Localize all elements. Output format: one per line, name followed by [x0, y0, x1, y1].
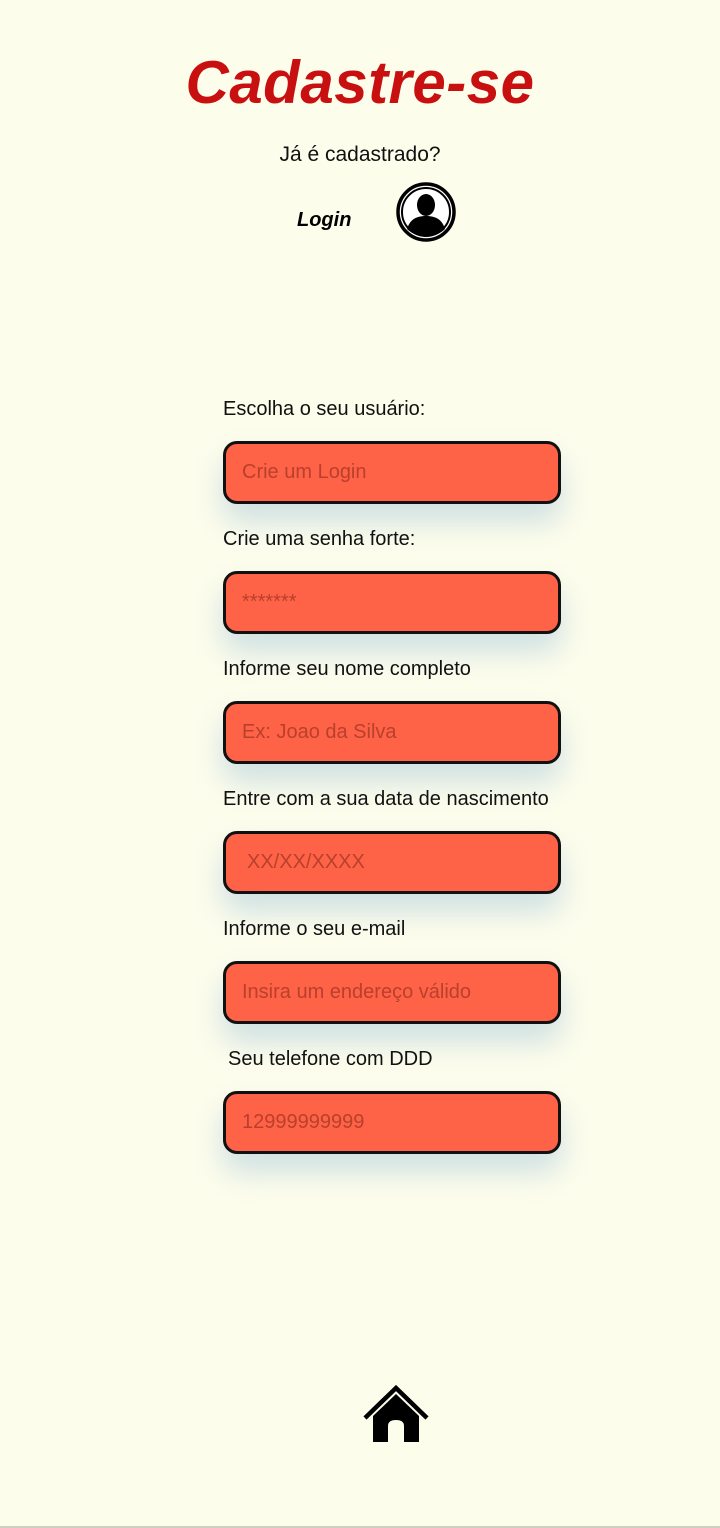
password-input[interactable]: [223, 571, 561, 634]
fullname-input[interactable]: [223, 701, 561, 764]
login-link[interactable]: Login: [297, 207, 351, 233]
phone-input[interactable]: [223, 1091, 561, 1154]
email-input[interactable]: [223, 961, 561, 1024]
birthdate-input[interactable]: [223, 831, 561, 894]
page-title: Cadastre-se: [185, 49, 535, 116]
form-label-birthdate: Entre com a sua data de nascimento: [223, 788, 549, 810]
form-label-username: Escolha o seu usuário:: [223, 398, 426, 420]
form-label-fullname: Informe seu nome completo: [223, 658, 471, 680]
home-icon[interactable]: [362, 1384, 430, 1444]
user-avatar-icon[interactable]: [395, 181, 457, 243]
username-input[interactable]: [223, 441, 561, 504]
form-label-password: Crie uma senha forte:: [223, 528, 416, 550]
form-label-email: Informe o seu e-mail: [223, 918, 406, 940]
already-registered-text: Já é cadastrado?: [279, 143, 441, 166]
form-label-phone: Seu telefone com DDD: [228, 1048, 433, 1070]
